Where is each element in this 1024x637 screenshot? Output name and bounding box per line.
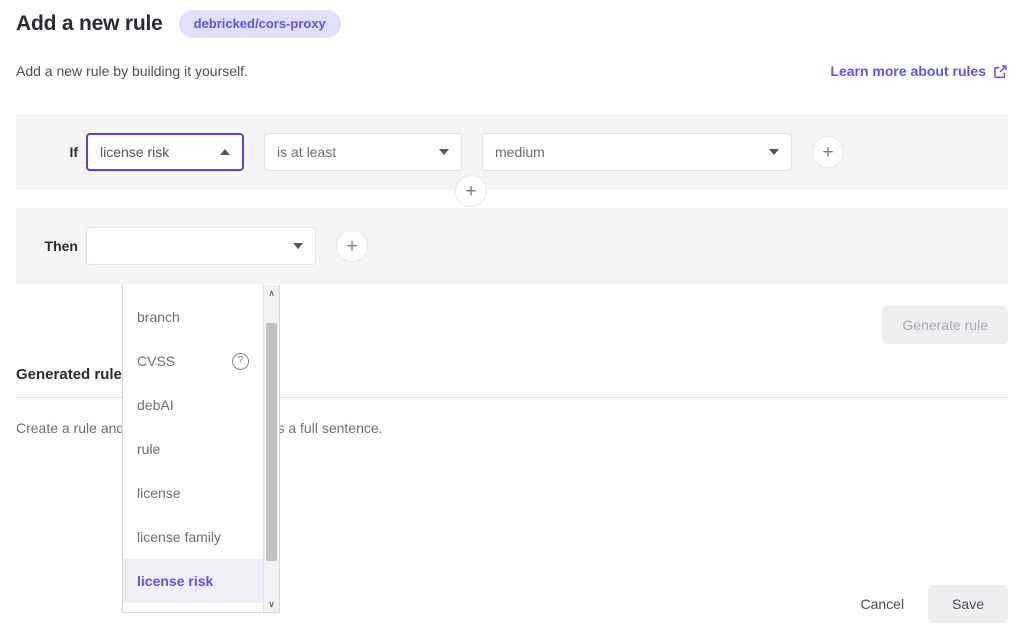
then-action-row: Then + — [16, 208, 1008, 284]
dropdown-option-license-risk[interactable]: license risk — [123, 559, 263, 603]
add-then-action-button[interactable]: + — [336, 230, 368, 262]
help-circle-icon[interactable]: ? — [232, 352, 249, 370]
scrollbar-track[interactable] — [264, 301, 279, 596]
if-row-label: If — [69, 144, 78, 160]
attribute-dropdown-menu[interactable]: branch CVSS ? debAI rule license license… — [122, 285, 280, 613]
generate-rule-button[interactable]: Generate rule — [882, 306, 1008, 344]
dropdown-option-cvss[interactable]: CVSS ? — [123, 339, 263, 383]
dropdown-option-debai[interactable]: debAI — [123, 383, 263, 427]
chevron-up-icon — [220, 149, 230, 155]
page-header: Add a new rule debricked/cors-proxy — [16, 0, 1008, 43]
chevron-down-icon — [293, 243, 303, 249]
dropdown-option-license[interactable]: license — [123, 471, 263, 515]
chevron-down-icon — [769, 149, 779, 155]
scrollbar-thumb[interactable] — [266, 323, 277, 561]
learn-more-about-rules-link[interactable]: Learn more about rules — [830, 63, 1008, 79]
if-operator-value: is at least — [277, 144, 337, 160]
dropdown-scrollbar[interactable]: ∧ ∨ — [263, 285, 279, 612]
dropdown-option-label: CVSS — [137, 353, 176, 369]
dropdown-option-label: branch — [137, 309, 180, 325]
dropdown-option-label: license family — [137, 529, 222, 545]
attribute-dropdown-list: branch CVSS ? debAI rule license license… — [123, 285, 263, 612]
dropdown-option-label: license — [137, 485, 181, 501]
dropdown-option-branch[interactable]: branch — [123, 295, 263, 339]
repository-badge: debricked/cors-proxy — [178, 10, 341, 38]
if-value-select[interactable]: medium — [482, 133, 792, 171]
dialog-footer: Cancel Save — [846, 585, 1008, 623]
page-title: Add a new rule — [16, 12, 163, 35]
dropdown-option-label: debAI — [137, 397, 174, 413]
cancel-button[interactable]: Cancel — [846, 585, 918, 623]
dropdown-option-license-family[interactable]: license family — [123, 515, 263, 559]
if-condition-row: If license risk is at least medium + — [16, 114, 1008, 190]
chevron-down-icon — [439, 149, 449, 155]
scroll-down-arrow-icon[interactable]: ∨ — [264, 596, 279, 612]
save-button[interactable]: Save — [928, 585, 1008, 623]
then-action-select[interactable] — [86, 227, 316, 265]
page-subtitle: Add a new rule by building it yourself. — [16, 63, 248, 79]
if-value-value: medium — [495, 144, 545, 160]
dropdown-option-rule[interactable]: rule — [123, 427, 263, 471]
dropdown-option-label: license risk — [137, 573, 214, 589]
if-operator-select[interactable]: is at least — [264, 133, 462, 171]
rule-builder: If license risk is at least medium + + T… — [16, 114, 1008, 613]
scroll-up-arrow-icon[interactable]: ∧ — [264, 285, 279, 301]
row-separator: + — [16, 175, 1008, 208]
then-row-label: Then — [44, 238, 78, 254]
learn-more-label: Learn more about rules — [830, 63, 986, 79]
subheader-row: Add a new rule by building it yourself. … — [16, 60, 1008, 82]
add-if-condition-button[interactable]: + — [812, 136, 844, 168]
add-rule-page: Add a new rule debricked/cors-proxy Add … — [0, 0, 1024, 637]
if-attribute-select[interactable]: license risk — [86, 133, 244, 171]
if-attribute-value: license risk — [100, 144, 170, 160]
dropdown-option-label: rule — [137, 441, 161, 457]
add-condition-group-button[interactable]: + — [455, 175, 487, 207]
external-link-icon — [993, 64, 1008, 79]
